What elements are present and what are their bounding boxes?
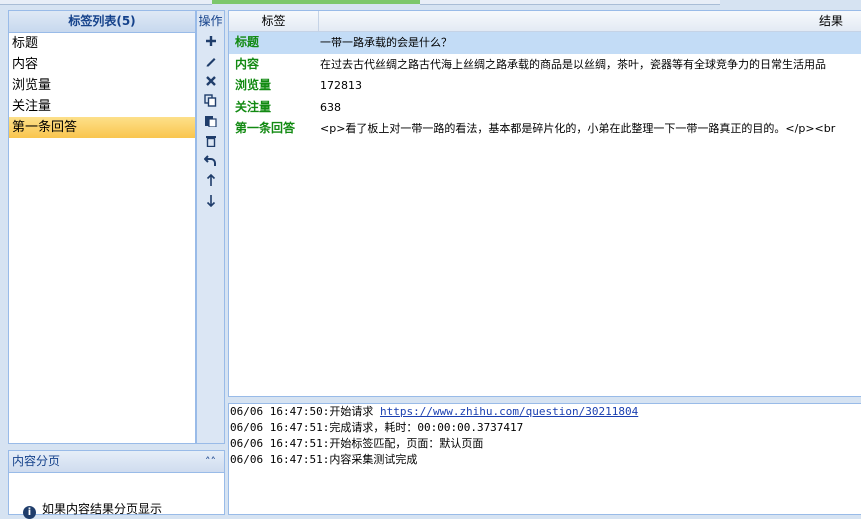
collapse-icon[interactable]: ˄˄ (205, 451, 216, 472)
row-tag: 第一条回答 (235, 121, 296, 135)
move-up-icon[interactable] (197, 171, 224, 191)
delete-icon[interactable] (197, 71, 224, 91)
table-row[interactable]: 浏览量 172813 (229, 75, 861, 97)
tag-list-item-selected[interactable]: 第一条回答 (9, 117, 195, 138)
table-row[interactable]: 标题 一带一路承载的会是什么？ (229, 32, 861, 54)
content-paging-title: 内容分页 (12, 454, 61, 468)
column-header-tag[interactable]: 标签 (229, 11, 319, 31)
paste-icon[interactable] (197, 111, 224, 131)
add-icon[interactable] (197, 31, 224, 51)
copy-icon[interactable] (197, 91, 224, 111)
tag-list-panel: 标签列表(5) 标题 内容 浏览量 关注量 第一条回答 (8, 10, 196, 444)
log-panel: 06/06 16:47:50:开始请求 https://www.zhihu.co… (228, 403, 861, 515)
row-value: 638 (320, 100, 341, 114)
table-row[interactable]: 内容 在过去古代丝绸之路古代海上丝绸之路承载的商品是以丝绸，茶叶，瓷器等有全球竞… (229, 54, 861, 76)
edit-icon[interactable] (197, 51, 224, 71)
trash-icon[interactable] (197, 131, 224, 151)
tag-list-item[interactable]: 关注量 (9, 96, 195, 117)
row-value: 172813 (320, 79, 362, 92)
tag-list-item[interactable]: 内容 (9, 54, 195, 75)
tag-list-item[interactable]: 标题 (9, 33, 195, 54)
log-line: 06/06 16:47:51:完成请求，耗时：00:00:00.3737417 (230, 421, 524, 434)
operations-title: 操作 (198, 14, 223, 28)
top-tab-active[interactable] (212, 0, 420, 4)
table-row[interactable]: 第一条回答 <p>看了板上对一带一路的看法，基本都是碎片化的，小弟在此整理一下一… (229, 118, 861, 140)
log-line: 06/06 16:47:51:内容采集测试完成 (230, 453, 418, 466)
paging-info-text: 如果内容结果分页显示 (42, 502, 163, 516)
tag-list-title: 标签列表(5) (9, 11, 195, 33)
top-tab-strip (0, 0, 861, 8)
top-tab-1[interactable] (0, 0, 212, 5)
row-tag: 内容 (235, 56, 260, 71)
content-paging-panel: 内容分页 ˄˄ i 如果内容结果分页显示 (8, 450, 225, 519)
undo-icon[interactable] (197, 151, 224, 171)
operations-toolbar: 操作 (196, 10, 225, 444)
row-value: <p>看了板上对一带一路的看法，基本都是碎片化的，小弟在此整理一下一带一路真正的… (320, 122, 836, 135)
row-tag: 关注量 (235, 99, 272, 114)
table-row[interactable]: 关注量 638 (229, 97, 861, 119)
move-down-icon[interactable] (197, 191, 224, 211)
log-line: 06/06 16:47:50:开始请求 https://www.zhihu.co… (230, 405, 639, 418)
column-header-result[interactable]: 结果 (819, 11, 861, 31)
result-grid: 标签 结果 标题 一带一路承载的会是什么？ 内容 在过去古代丝绸之路古代海上丝绸… (228, 10, 861, 397)
row-tag: 浏览量 (235, 78, 272, 92)
top-tab-3[interactable] (420, 0, 720, 5)
log-line: 06/06 16:47:51:开始标签匹配，页面：默认页面 (230, 437, 484, 450)
row-tag: 标题 (235, 35, 260, 49)
row-value: 一带一路承载的会是什么？ (320, 36, 452, 49)
log-link[interactable]: https://www.zhihu.com/question/30211804 (380, 405, 638, 418)
tag-list-item[interactable]: 浏览量 (9, 75, 195, 96)
row-value: 在过去古代丝绸之路古代海上丝绸之路承载的商品是以丝绸，茶叶，瓷器等有全球竞争力的… (320, 57, 826, 71)
